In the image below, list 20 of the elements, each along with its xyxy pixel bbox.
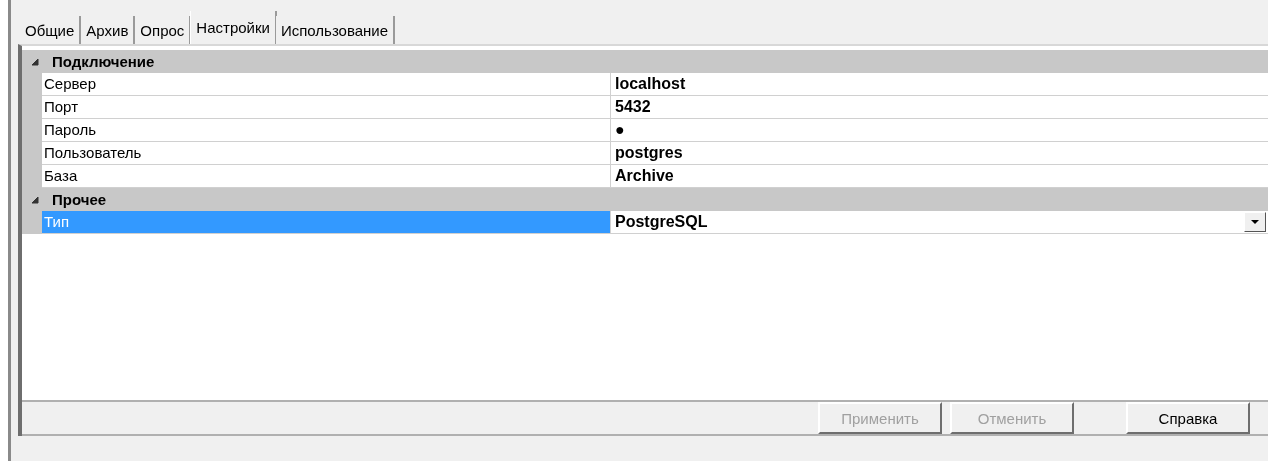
dialog-button[interactable]: Справка bbox=[1126, 402, 1250, 434]
property-value: ● bbox=[615, 121, 626, 139]
property-name[interactable]: Пользователь bbox=[42, 142, 611, 165]
property-value: postgres bbox=[615, 144, 684, 162]
property-name[interactable]: Пароль bbox=[42, 119, 611, 142]
collapse-icon[interactable] bbox=[30, 194, 40, 205]
property-value: PostgreSQL bbox=[615, 213, 709, 231]
category-title: Прочее bbox=[52, 191, 107, 208]
property-name[interactable]: Порт bbox=[42, 96, 611, 119]
category-title: Подключение bbox=[52, 53, 155, 70]
property-name[interactable]: Сервер bbox=[42, 73, 611, 96]
caret-icon bbox=[1251, 219, 1259, 225]
property-name[interactable]: База bbox=[42, 165, 611, 188]
property-value: 5432 bbox=[615, 98, 652, 116]
dropdown-button[interactable] bbox=[1244, 212, 1266, 232]
collapse-icon[interactable] bbox=[30, 56, 40, 67]
property-value: Archive bbox=[615, 167, 675, 185]
property-value: localhost bbox=[615, 75, 687, 93]
tab[interactable]: Настройки bbox=[190, 11, 277, 44]
tab[interactable]: Использование bbox=[275, 16, 396, 44]
